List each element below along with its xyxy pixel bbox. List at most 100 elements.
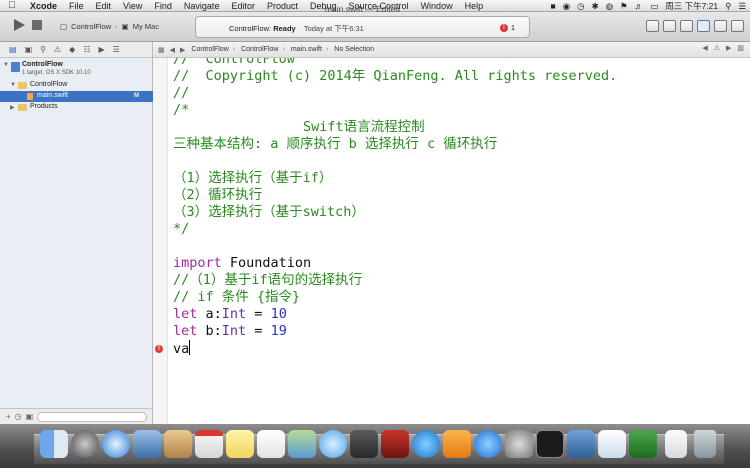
toggle-debug-area-button[interactable] [714, 20, 727, 32]
messages-icon[interactable] [319, 430, 347, 458]
code-line-16: let a:Int = 10 [173, 306, 287, 323]
code-line-11: */ [173, 221, 190, 237]
launchpad-icon[interactable] [71, 430, 99, 458]
debug-navigator-icon[interactable]: ☷ [83, 45, 90, 54]
assistant-editor-button[interactable] [663, 20, 676, 32]
disclosure-closed-icon[interactable]: ▶ [10, 104, 15, 111]
related-items-icon[interactable]: ▦ [158, 46, 165, 54]
menu-file[interactable]: File [63, 1, 90, 11]
clock-icon[interactable]: ◷ [577, 1, 584, 12]
facetime-icon[interactable] [350, 430, 378, 458]
navigator-filter-bar: + ◷ ▣ [0, 408, 153, 424]
app-store-icon[interactable] [474, 430, 502, 458]
disclosure-open-icon[interactable]: ▼ [3, 62, 9, 68]
add-icon[interactable]: + [6, 412, 11, 421]
reminders-icon[interactable] [257, 430, 285, 458]
mail-icon[interactable] [133, 430, 161, 458]
error-marker-icon[interactable]: ! [155, 345, 163, 353]
documents-icon[interactable] [665, 430, 687, 458]
notification-center-icon[interactable]: ☰ [738, 1, 746, 12]
report-navigator-icon[interactable]: ☰ [113, 45, 120, 54]
menu-app-name[interactable]: Xcode [24, 1, 63, 11]
toggle-utilities-button[interactable] [731, 20, 744, 32]
terminal-icon[interactable] [536, 430, 564, 458]
add-editor-icon[interactable]: ▧ [737, 44, 744, 52]
volume-icon[interactable]: ♬ [635, 1, 644, 11]
safari-icon[interactable] [102, 430, 130, 458]
maps-icon[interactable] [288, 430, 316, 458]
stop-button[interactable] [32, 20, 42, 30]
code-line-5: Swift语言流程控制 [173, 119, 425, 135]
next-issue-icon[interactable]: ▶ [726, 44, 731, 52]
previous-issue-icon[interactable]: ◀ [702, 44, 707, 52]
version-editor-button[interactable] [680, 20, 693, 32]
notes-icon[interactable] [226, 430, 254, 458]
menu-find[interactable]: Find [148, 1, 178, 11]
wifi-icon[interactable]: ◍ [606, 1, 613, 12]
find-navigator-icon[interactable]: ⚲ [40, 45, 46, 54]
recent-files-icon[interactable]: ◷ [15, 412, 22, 421]
run-button[interactable] [12, 18, 26, 32]
back-arrow-icon[interactable]: ◀ [170, 46, 175, 54]
breakpoint-navigator-icon[interactable]: ▶ [98, 45, 104, 54]
destination-name: My Mac [132, 21, 159, 31]
battery-icon[interactable]: ▭ [650, 1, 658, 12]
forward-arrow-icon[interactable]: ▶ [180, 46, 185, 54]
spotlight-icon[interactable]: ⚲ [725, 1, 731, 12]
code-line-4: /* [173, 102, 190, 118]
breadcrumb-symbol[interactable]: No Selection [334, 46, 374, 53]
contacts-icon[interactable] [164, 430, 192, 458]
photo-booth-icon[interactable] [381, 430, 409, 458]
menu-edit[interactable]: Edit [90, 1, 118, 11]
status-text: Ready [273, 24, 296, 33]
source-editor[interactable]: // ControlFlow // Copyright (c) 2014年 Qi… [168, 58, 750, 424]
xcode-icon[interactable] [567, 430, 595, 458]
error-indicator[interactable]: ! 1 [499, 23, 515, 32]
qianfeng-icon[interactable] [629, 430, 657, 458]
navigator-filter-field[interactable] [37, 411, 148, 422]
code-line-9: （2）循环执行 [173, 187, 263, 203]
ibooks-icon[interactable] [443, 430, 471, 458]
file-row-selected[interactable]: main.swift M [0, 91, 153, 102]
standard-editor-button[interactable] [646, 20, 659, 32]
finder-icon[interactable] [40, 430, 68, 458]
code-line-17: let b:Int = 19 [173, 323, 287, 340]
equals: = [246, 306, 271, 322]
issue-navigator-icon[interactable]: ⚠ [54, 45, 61, 54]
status-square-icon[interactable]: ■ [551, 1, 556, 11]
scheme-app-icon: ▢ [60, 21, 68, 31]
system-preferences-icon[interactable] [505, 430, 533, 458]
calendar-icon[interactable] [195, 430, 223, 458]
chevron-right-icon: › [282, 46, 285, 53]
toggle-navigator-button[interactable] [697, 20, 710, 32]
breadcrumb-file[interactable]: main.swift [291, 46, 322, 53]
project-row[interactable]: ▼ ControlFlow 1 target, OS X SDK 10.10 [0, 61, 153, 79]
trash-icon[interactable] [694, 430, 716, 458]
headphones-icon[interactable]: ◉ [563, 1, 570, 12]
breadcrumb-project[interactable]: ControlFlow [191, 46, 228, 53]
project-icon [11, 62, 20, 72]
breadcrumb-group[interactable]: ControlFlow [241, 46, 278, 53]
bluetooth-icon[interactable]: ✱ [592, 1, 599, 12]
apple-menu-icon[interactable]:  [0, 0, 24, 11]
activity-viewer: main.swift — Edited ControlFlow: Ready T… [195, 4, 530, 38]
disclosure-open-icon[interactable]: ▼ [10, 82, 16, 88]
modified-badge: M [134, 93, 139, 99]
source-control-filter-icon[interactable]: ▣ [26, 412, 34, 421]
menu-view[interactable]: View [117, 1, 148, 11]
project-navigator-icon[interactable]: ▤ [9, 45, 17, 54]
test-navigator-icon[interactable]: ◆ [69, 45, 75, 54]
navigator-selector-bar: ▤ ▣ ⚲ ⚠ ◆ ☷ ▶ ☰ [0, 42, 153, 58]
preview-icon[interactable] [598, 430, 626, 458]
code-line-13: import Foundation [173, 255, 311, 272]
scheme-selector[interactable]: ▢ ControlFlow › ▣ My Mac [60, 19, 159, 33]
issue-warning-icon[interactable]: ⚠ [714, 44, 720, 52]
itunes-icon[interactable] [412, 430, 440, 458]
symbol-navigator-icon[interactable]: ▣ [25, 45, 33, 54]
products-row[interactable]: ▶ Products [0, 102, 153, 113]
group-row[interactable]: ▼ ControlFlow [0, 80, 153, 91]
code-line-8: （1）选择执行（基于if） [173, 170, 333, 186]
number-literal: 19 [270, 323, 287, 339]
menubar-clock[interactable]: 周三 下午7:21 [665, 0, 718, 12]
flag-icon[interactable]: ⚑ [620, 1, 628, 12]
